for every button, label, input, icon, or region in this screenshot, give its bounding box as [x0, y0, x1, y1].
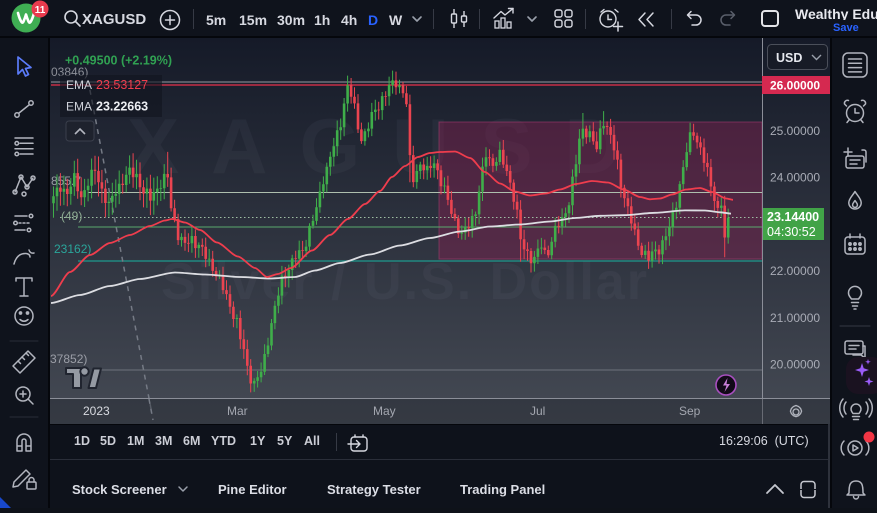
svg-text:+0.49500 (+2.19%): +0.49500 (+2.19%) [65, 54, 172, 68]
svg-text:2023: 2023 [83, 404, 110, 418]
svg-text:23.53127: 23.53127 [96, 78, 148, 92]
svg-text:26.00000: 26.00000 [770, 79, 820, 93]
svg-text:23.22663: 23.22663 [96, 100, 148, 114]
svg-text:11: 11 [35, 5, 46, 16]
svg-text:04:30:52: 04:30:52 [767, 225, 816, 239]
svg-text:24.00000: 24.00000 [770, 171, 820, 185]
svg-text:Mar: Mar [227, 404, 248, 418]
svg-text:EMA: EMA [66, 100, 92, 114]
svg-text:23.14400: 23.14400 [767, 210, 819, 224]
svg-text:25.00000: 25.00000 [770, 124, 820, 138]
svg-text:(49): (49) [61, 209, 82, 223]
svg-text:May: May [373, 404, 396, 418]
svg-text:23162): 23162) [54, 242, 91, 256]
svg-text:Silver / U.S. Dollar: Silver / U.S. Dollar [161, 253, 649, 311]
svg-text:22.00000: 22.00000 [770, 264, 820, 278]
svg-text:Jul: Jul [530, 404, 545, 418]
svg-text:Sep: Sep [679, 404, 701, 418]
svg-text:EMA: EMA [66, 78, 92, 92]
svg-text:21.00000: 21.00000 [770, 311, 820, 325]
svg-text:USD: USD [776, 51, 802, 65]
svg-text:37852): 37852) [50, 352, 87, 366]
svg-text:20.00000: 20.00000 [770, 358, 820, 372]
